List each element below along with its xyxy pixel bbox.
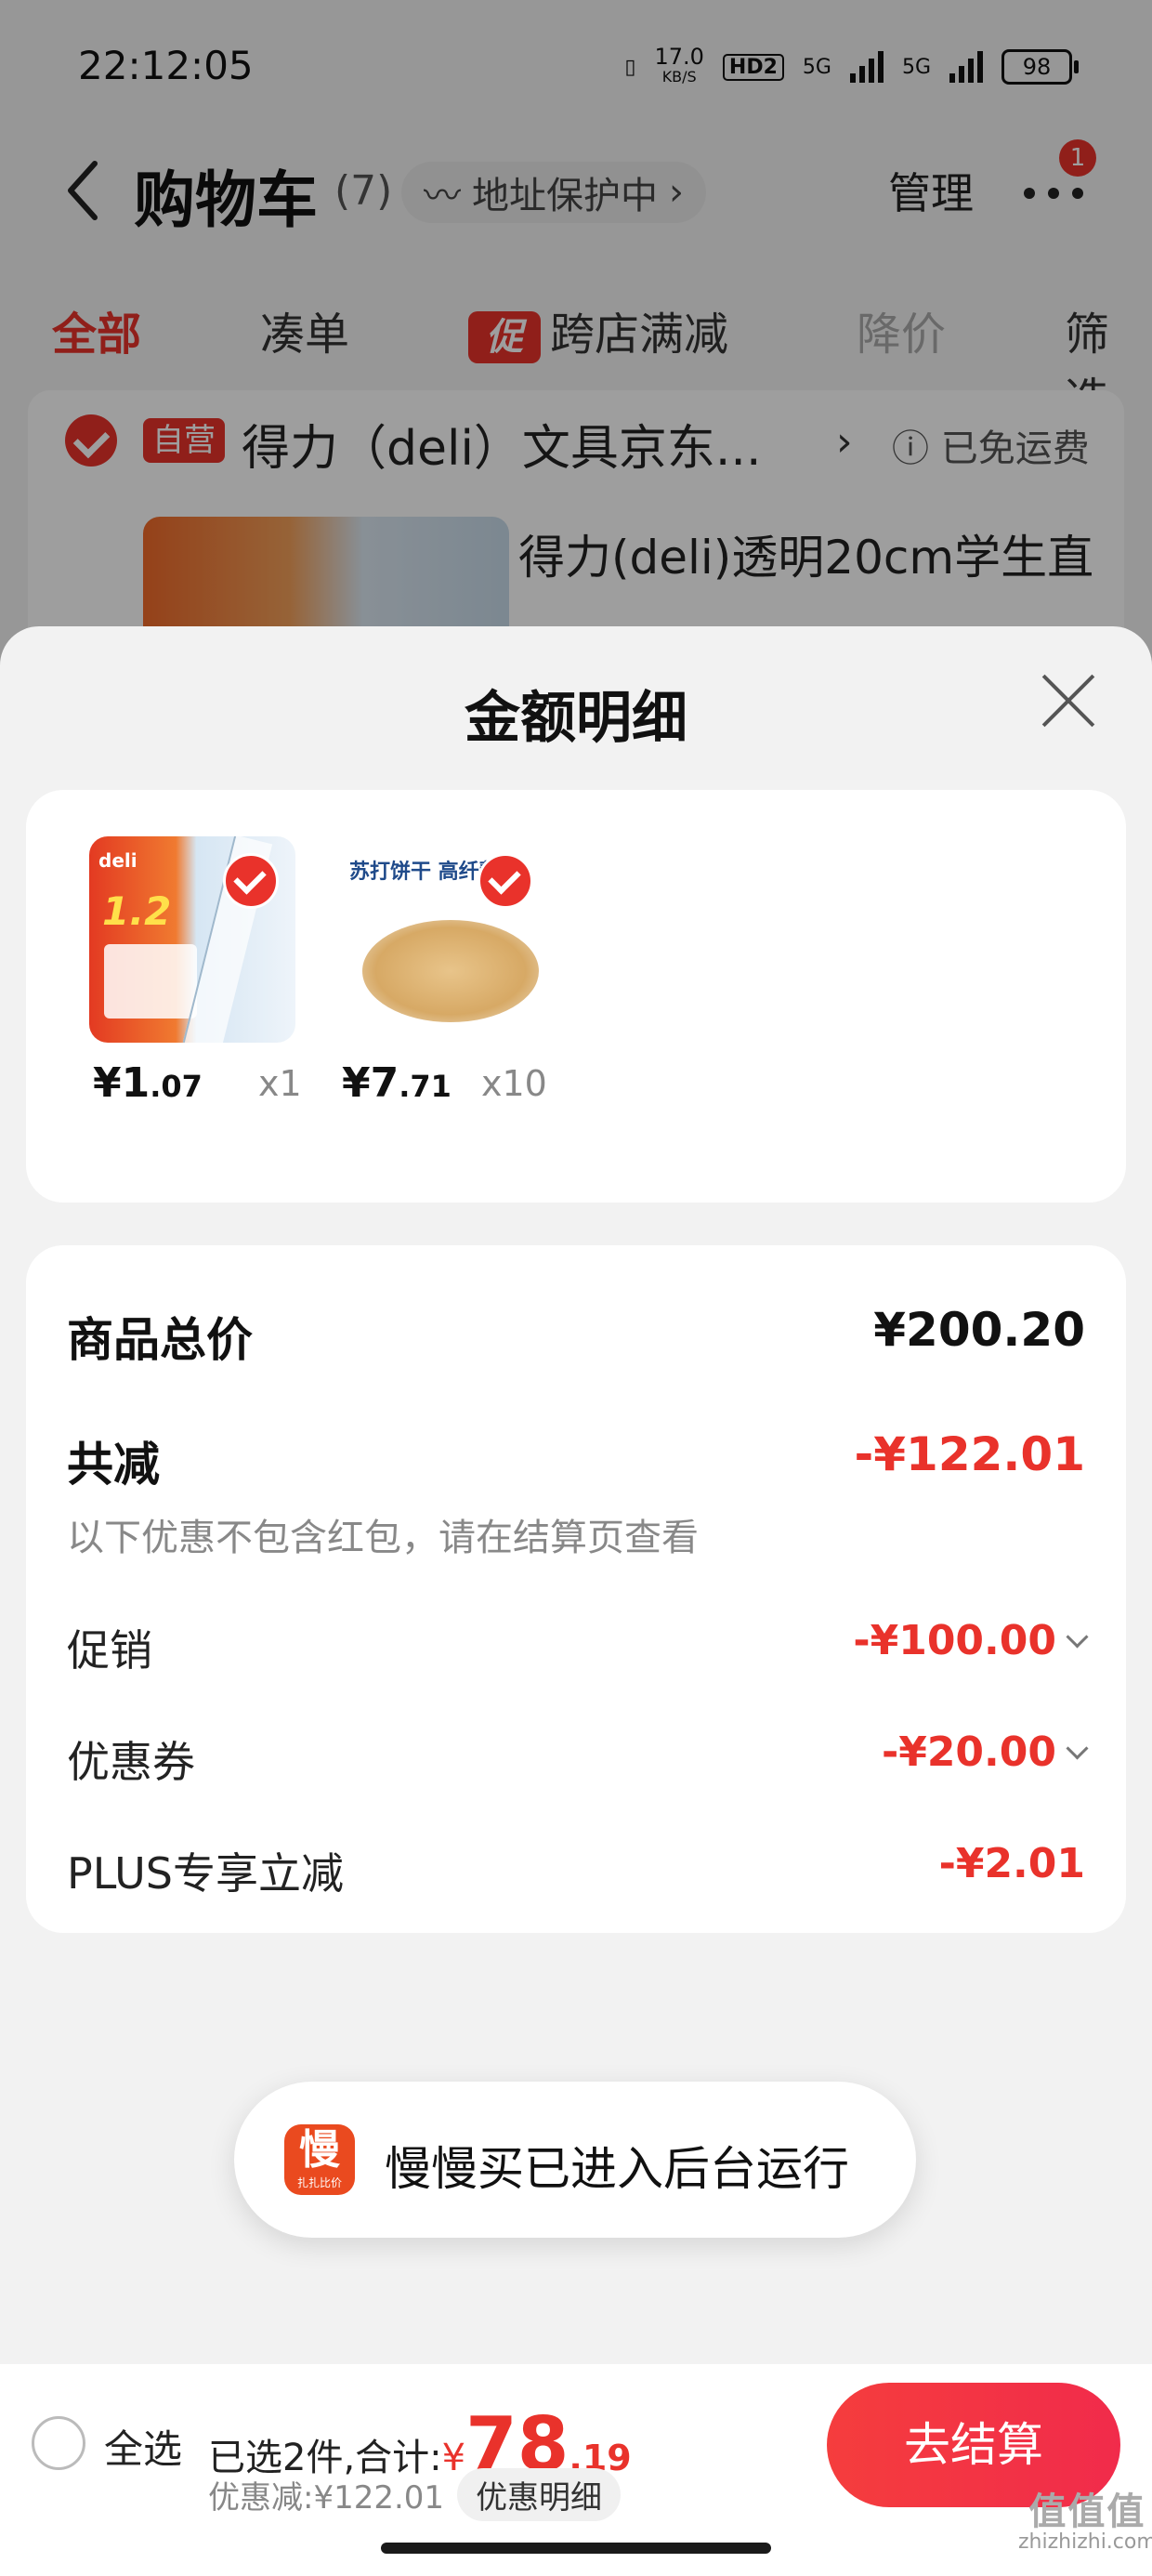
select-all-radio[interactable] (32, 2416, 85, 2470)
item-price-int: ¥7 (342, 1059, 399, 1107)
promo-badge-text: 1.2 (102, 888, 172, 934)
reduce-label: 共减 (67, 1438, 160, 1492)
watermark-logo-text: 值值值 (1028, 2491, 1146, 2533)
discount-note: 以下优惠不包含红包，请在结算页查看 (67, 1517, 699, 1559)
selected-check-icon (223, 853, 279, 909)
watermark-site: zhizhizhi.com (1018, 2530, 1152, 2554)
watermark: 值值值 zhizhizhi.com (1018, 2493, 1152, 2555)
item-price: ¥7.71 (342, 1059, 452, 1107)
product-image-ruler: deli 1.2 (89, 836, 295, 1043)
selected-items-card: deli 1.2 ¥1.07 x1 苏打饼干 高纤藜麦 ¥7.71 x10 (26, 790, 1126, 1203)
app-logo-icon: 慢 扎扎比价 (284, 2124, 355, 2195)
plus-value: -¥2.01 (938, 1840, 1085, 1887)
discount-summary: 优惠减:¥122.01 优惠明细 (208, 2468, 622, 2521)
item-qty: x1 (258, 1063, 302, 1104)
plus-label: PLUS专享立减 (67, 1848, 344, 1899)
select-all-label[interactable]: 全选 (104, 2418, 182, 2475)
reduce-value: -¥122.01 (854, 1427, 1086, 1481)
app-logo-sub: 扎扎比价 (296, 2176, 342, 2189)
close-icon[interactable] (1039, 671, 1098, 730)
item-qty: x10 (481, 1063, 547, 1104)
brand-logo: deli (98, 849, 137, 872)
toast-message: 慢慢买已进入后台运行 (385, 2142, 849, 2196)
home-indicator[interactable] (381, 2543, 771, 2554)
coupon-label: 优惠券 (67, 1737, 195, 1787)
crackers-graphic (362, 920, 539, 1022)
sheet-title: 金额明细 (465, 686, 687, 751)
selected-check-icon (478, 853, 533, 909)
item-price-dec: .07 (150, 1069, 203, 1104)
selected-item[interactable]: 苏打饼干 高纤藜麦 (344, 836, 550, 1043)
discount-detail-button[interactable]: 优惠明细 (457, 2468, 622, 2521)
background-run-toast: 慢 扎扎比价 慢慢买已进入后台运行 (234, 2082, 916, 2238)
selected-item[interactable]: deli 1.2 (89, 836, 295, 1043)
checkout-button[interactable]: 去结算 (827, 2383, 1120, 2507)
checkout-bar: 全选 已选2件,合计:¥78.19 优惠减:¥122.01 优惠明细 去结算 (0, 2364, 1152, 2576)
watermark-logo: 值值值 (1018, 2493, 1152, 2530)
total-label: 商品总价 (67, 1313, 253, 1367)
promo-card (104, 944, 197, 1019)
item-price-int: ¥1 (93, 1059, 151, 1107)
product-image-crackers: 苏打饼干 高纤藜麦 (344, 836, 550, 1043)
chevron-down-icon (1066, 1625, 1089, 1649)
coupon-value: -¥20.00 (881, 1728, 1056, 1776)
discount-amount: 优惠减:¥122.01 (208, 2479, 445, 2517)
chevron-down-icon (1066, 1737, 1089, 1760)
price-detail-card: 商品总价 ¥200.20 共减 -¥122.01 以下优惠不包含红包，请在结算页… (26, 1245, 1126, 1933)
total-value: ¥200.20 (873, 1303, 1085, 1357)
coupon-value-wrap: -¥20.00 (881, 1728, 1089, 1776)
promo-label: 促销 (67, 1625, 152, 1676)
promo-value-wrap: -¥100.00 (853, 1617, 1089, 1664)
item-price-dec: .71 (399, 1069, 452, 1104)
promo-value: -¥100.00 (853, 1617, 1056, 1664)
item-price: ¥1.07 (93, 1059, 203, 1107)
app-logo-char: 慢 (299, 2126, 340, 2174)
